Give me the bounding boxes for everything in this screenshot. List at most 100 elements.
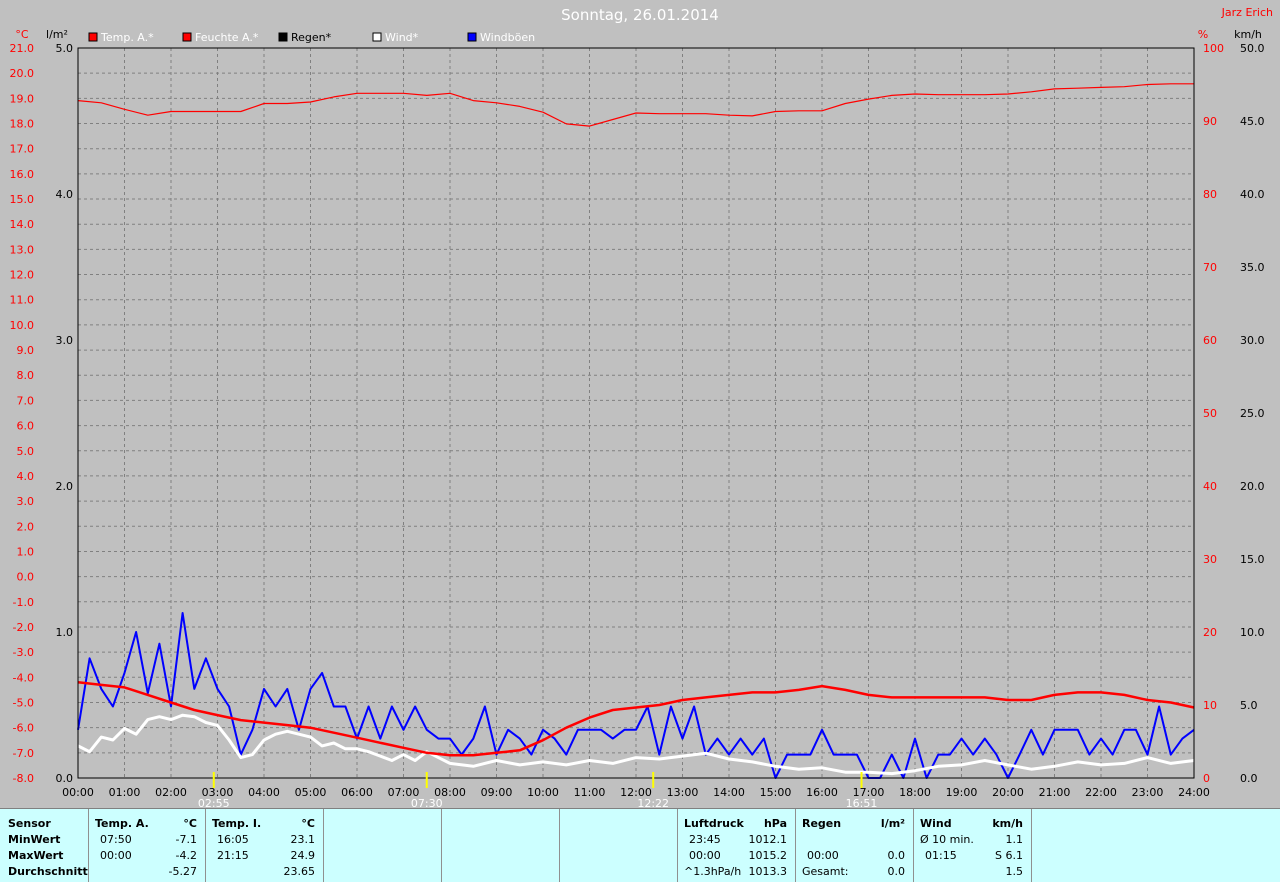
temp-tick-label: 0.0 <box>17 571 35 584</box>
time-tick-label: 06:00 <box>341 786 373 799</box>
temp-tick-label: 4.0 <box>17 470 35 483</box>
stats-label-min: MinWert <box>8 833 61 846</box>
temp-tick-label: -4.0 <box>13 671 34 684</box>
temp-i-header: Temp. I. <box>212 817 262 830</box>
time-tick-label: 15:00 <box>760 786 792 799</box>
temp-i-unit: °C <box>301 817 315 830</box>
temp-tick-label: -2.0 <box>13 621 34 634</box>
chart-title: Sonntag, 26.01.2014 <box>561 6 719 24</box>
marker-time-label: 16:51 <box>846 797 878 808</box>
stats-col-pressure: Luftdruck hPa 23:45 1012.1 00:00 1015.2 … <box>678 809 796 882</box>
wind-tick-label: 5.0 <box>1240 699 1258 712</box>
marker-time-label: 02:55 <box>198 797 230 808</box>
wind-avg-value: 1.5 <box>1005 865 1024 878</box>
rain-max-time: 00:00 <box>807 849 839 862</box>
temp-tick-label: 11.0 <box>10 294 35 307</box>
temp-tick-label: 5.0 <box>17 445 35 458</box>
rain-tick-label: 2.0 <box>56 480 74 493</box>
temp-i-max-time: 21:15 <box>217 849 249 862</box>
temp-tick-label: 1.0 <box>17 545 35 558</box>
temp-tick-label: 8.0 <box>17 369 35 382</box>
temp-i-min-value: 23.1 <box>290 833 316 846</box>
time-tick-label: 02:00 <box>155 786 187 799</box>
stats-col-temp-outdoor: Temp. A. °C 07:50 -7.1 00:00 -4.2 -5.27 <box>89 809 206 882</box>
temp-tick-label: 18.0 <box>10 118 35 131</box>
pressure-max-time: 00:00 <box>689 849 721 862</box>
wind-tick-label: 0.0 <box>1240 772 1258 785</box>
humidity-tick-label: 40 <box>1203 480 1217 493</box>
wind-max-time: 01:15 <box>925 849 957 862</box>
temp-tick-label: 17.0 <box>10 143 35 156</box>
rain-tick-label: 0.0 <box>56 772 74 785</box>
temp-a-header: Temp. A. <box>95 817 149 830</box>
time-tick-label: 23:00 <box>1132 786 1164 799</box>
stats-label-max: MaxWert <box>8 849 64 862</box>
humidity-tick-label: 60 <box>1203 334 1217 347</box>
temp-tick-label: 2.0 <box>17 520 35 533</box>
stats-col-empty-3 <box>560 809 678 882</box>
wind-header: Wind <box>920 817 952 830</box>
wind-tick-label: 50.0 <box>1240 42 1265 55</box>
rain-axis-ticks: 5.0 4.0 3.0 2.0 1.0 0.0 <box>56 42 74 785</box>
pressure-unit: hPa <box>763 817 787 830</box>
wind-tick-label: 35.0 <box>1240 261 1265 274</box>
time-tick-label: 05:00 <box>295 786 327 799</box>
time-tick-label: 09:00 <box>481 786 513 799</box>
temp-i-avg-value: 23.65 <box>283 865 316 878</box>
wind-tick-label: 15.0 <box>1240 553 1265 566</box>
rain-total-label: Gesamt: <box>802 865 849 878</box>
stats-label-sensor: Sensor <box>8 817 51 830</box>
temp-a-min-time: 07:50 <box>100 833 132 846</box>
time-tick-label: 20:00 <box>992 786 1024 799</box>
stats-col-temp-indoor: Temp. I. °C 16:05 23.1 21:15 24.9 23.65 <box>206 809 324 882</box>
temp-tick-label: 14.0 <box>10 218 35 231</box>
temp-axis-ticks: 21.0 20.0 19.0 18.0 17.0 16.0 15.0 14.0 13.0 12.0… <box>10 42 35 785</box>
legend: Temp. A.* Feuchte A.* Regen* Wind* Windb… <box>88 31 535 44</box>
wind-avg10-value: 1.1 <box>1005 833 1024 846</box>
temp-i-min-time: 16:05 <box>217 833 249 846</box>
time-tick-label: 04:00 <box>248 786 280 799</box>
stats-label-avg: Durchschnitt <box>8 865 88 878</box>
stats-table: Sensor MinWert MaxWert Durchschnitt Temp… <box>0 808 1280 882</box>
humidity-tick-label: 70 <box>1203 261 1217 274</box>
time-tick-label: 11:00 <box>574 786 606 799</box>
temp-tick-label: -3.0 <box>13 646 34 659</box>
rain-tick-label: 4.0 <box>56 188 74 201</box>
temp-a-avg-value: -5.27 <box>168 865 197 878</box>
rain-max-value: 0.0 <box>887 849 906 862</box>
time-tick-label: 22:00 <box>1085 786 1117 799</box>
wind-tick-label: 45.0 <box>1240 115 1265 128</box>
humidity-unit-label: % <box>1198 28 1208 41</box>
time-tick-label: 21:00 <box>1039 786 1071 799</box>
stats-col-empty-1 <box>324 809 442 882</box>
temp-tick-label: 15.0 <box>10 193 35 206</box>
temp-tick-label: -7.0 <box>13 747 34 760</box>
temp-tick-label: -1.0 <box>13 596 34 609</box>
temp-tick-label: -5.0 <box>13 696 34 709</box>
wind-max-value: S 6.1 <box>995 849 1023 862</box>
temp-tick-label: 9.0 <box>17 344 35 357</box>
temp-tick-label: 20.0 <box>10 67 35 80</box>
rain-tick-label: 5.0 <box>56 42 74 55</box>
pressure-avg-value: 1013.3 <box>748 865 788 878</box>
rain-unit: l/m² <box>880 817 905 830</box>
temp-tick-label: 7.0 <box>17 394 35 407</box>
legend-label-wind: Wind* <box>385 31 419 44</box>
legend-swatch-rain <box>278 32 288 42</box>
wind-axis-ticks: 50.0 45.0 40.0 35.0 30.0 25.0 20.0 15.0 10.0 5.0 0… <box>1240 42 1265 785</box>
temp-tick-label: 3.0 <box>17 495 35 508</box>
legend-swatch-temp <box>88 32 98 42</box>
wind-avg10-label: Ø 10 min. <box>920 833 974 846</box>
humidity-tick-label: 0 <box>1203 772 1210 785</box>
time-tick-label: 14:00 <box>713 786 745 799</box>
marker-time-label: 12:22 <box>637 797 669 808</box>
pressure-trend-label: ^1.3hPa/h <box>684 865 742 878</box>
author-label: Jarz Erich <box>1221 6 1273 19</box>
temp-a-max-value: -4.2 <box>175 849 197 862</box>
legend-label-gust: Windböen <box>480 31 535 44</box>
rain-tick-label: 3.0 <box>56 334 74 347</box>
temp-a-min-value: -7.1 <box>175 833 197 846</box>
humidity-tick-label: 90 <box>1203 115 1217 128</box>
temp-tick-label: 6.0 <box>17 420 35 433</box>
time-tick-label: 19:00 <box>946 786 978 799</box>
